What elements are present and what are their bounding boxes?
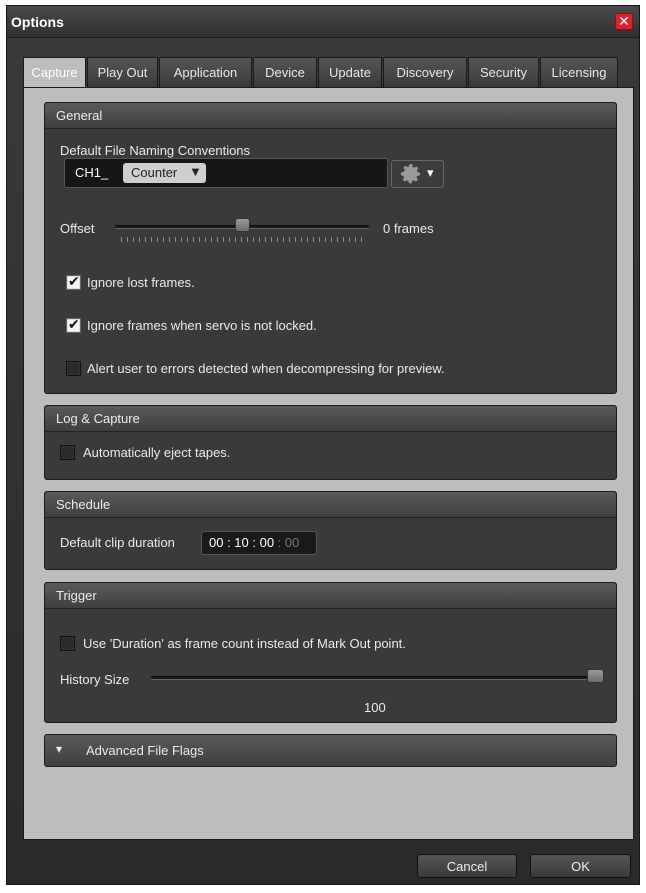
log-capture-group: Log & Capture Automatically eject tapes.: [44, 405, 617, 480]
dropdown-arrow-icon: ▼: [189, 164, 202, 179]
history-size-slider-track[interactable]: [151, 676, 604, 680]
offset-value: 0 frames: [383, 221, 434, 236]
ok-button[interactable]: OK: [530, 854, 631, 878]
timecode-main: 00 : 10 : 00: [209, 535, 275, 550]
history-size-value: 100: [364, 700, 386, 715]
alert-errors-checkbox[interactable]: [66, 361, 81, 376]
advanced-file-flags-label: Advanced File Flags: [86, 743, 204, 758]
eject-tapes-label: Automatically eject tapes.: [83, 445, 231, 460]
ignore-lost-frames-label: Ignore lost frames.: [87, 275, 195, 290]
options-dialog: Options ✕ Capture Play Out Application D…: [6, 5, 640, 885]
clip-duration-timecode[interactable]: 00 : 10 : 00 : 00: [201, 531, 317, 555]
expand-arrow-icon: ▾: [56, 742, 63, 756]
ignore-servo-checkbox[interactable]: [66, 316, 81, 333]
tab-play-out[interactable]: Play Out: [87, 57, 158, 87]
tab-security[interactable]: Security: [468, 57, 539, 87]
naming-conventions-label: Default File Naming Conventions: [60, 143, 251, 158]
general-group: General Default File Naming Conventions …: [44, 102, 617, 394]
file-naming-field[interactable]: CH1_ Counter ▼: [64, 158, 388, 188]
naming-prefix: CH1_: [75, 165, 109, 180]
tab-application[interactable]: Application: [159, 57, 252, 87]
insert-token-button[interactable]: ▾: [391, 160, 444, 188]
tab-update[interactable]: Update: [318, 57, 382, 87]
close-icon[interactable]: ✕: [615, 13, 633, 30]
duration-frame-count-checkbox[interactable]: [60, 636, 75, 651]
schedule-group: Schedule Default clip duration 00 : 10 :…: [44, 491, 617, 570]
tab-licensing[interactable]: Licensing: [540, 57, 618, 87]
ignore-servo-label: Ignore frames when servo is not locked.: [87, 318, 317, 333]
tab-capture[interactable]: Capture: [23, 57, 86, 88]
gear-icon: [401, 164, 420, 184]
dialog-title: Options: [11, 14, 64, 30]
group-header: Trigger: [45, 583, 616, 609]
duration-frame-count-label: Use 'Duration' as frame count instead of…: [83, 636, 406, 651]
timecode-frames: : 00: [274, 535, 300, 550]
group-header: General: [45, 103, 616, 129]
offset-label: Offset: [60, 221, 95, 236]
offset-slider-thumb[interactable]: [234, 218, 250, 232]
alert-errors-label: Alert user to errors detected when decom…: [87, 361, 445, 376]
history-size-label: History Size: [60, 672, 130, 687]
title-bar: Options ✕: [7, 6, 639, 38]
counter-token[interactable]: Counter ▼: [123, 163, 206, 183]
advanced-file-flags-expander[interactable]: ▾ Advanced File Flags: [44, 734, 617, 767]
chevron-down-icon: ▾: [427, 165, 434, 180]
clip-duration-label: Default clip duration: [60, 535, 175, 550]
cancel-button[interactable]: Cancel: [417, 854, 517, 878]
counter-token-label: Counter: [131, 165, 178, 180]
trigger-group: Trigger Use 'Duration' as frame count in…: [44, 582, 617, 723]
capture-tab-panel: General Default File Naming Conventions …: [23, 87, 634, 840]
tab-discovery[interactable]: Discovery: [383, 57, 467, 87]
offset-slider-ticks: [121, 237, 367, 242]
history-size-slider-thumb[interactable]: [587, 669, 604, 683]
eject-tapes-checkbox[interactable]: [60, 445, 75, 460]
group-header: Log & Capture: [45, 406, 616, 432]
tab-device[interactable]: Device: [253, 57, 317, 87]
ignore-lost-frames-checkbox[interactable]: [66, 273, 81, 290]
group-header: Schedule: [45, 492, 616, 518]
